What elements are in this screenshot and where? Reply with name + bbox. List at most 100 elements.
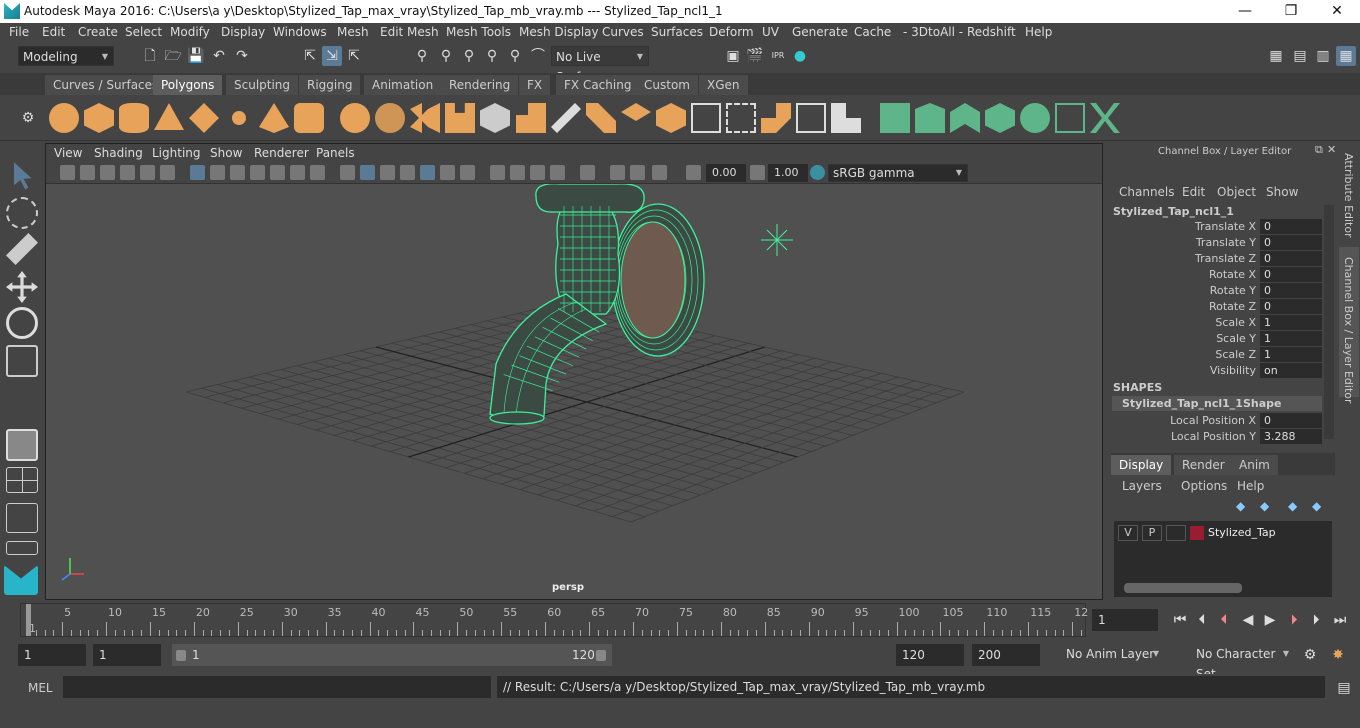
toggle-channelbox-icon[interactable]: ▦ <box>1336 46 1356 66</box>
smooth-icon[interactable] <box>445 103 475 133</box>
poly-cylinder-icon[interactable] <box>119 103 149 133</box>
ipr-render-icon[interactable]: IPR <box>768 46 788 66</box>
snap-view-icon[interactable]: ⚲ <box>482 46 502 66</box>
current-frame-field[interactable]: 1 <box>1092 609 1158 631</box>
menu-mesh[interactable]: Mesh <box>337 25 369 39</box>
poly-cone-icon[interactable] <box>154 103 184 130</box>
paint-select-tool-icon[interactable] <box>6 233 38 265</box>
menu-uv[interactable]: UV <box>762 25 779 39</box>
attr-value[interactable]: 0 <box>1260 235 1322 250</box>
scene-view[interactable] <box>46 184 1103 600</box>
isolate-select-icon[interactable] <box>550 165 565 180</box>
field-chart-icon[interactable] <box>270 165 285 180</box>
shelf-tab-fx-caching[interactable]: FX Caching <box>556 75 640 95</box>
cb-menu-object[interactable]: Object <box>1217 185 1256 199</box>
combine-icon[interactable] <box>340 103 370 133</box>
rotate-uv-icon[interactable] <box>1020 103 1050 133</box>
snap-curve-icon[interactable]: ⚲ <box>436 46 456 66</box>
range-end-handle[interactable] <box>596 650 606 661</box>
single-perspective-view-icon[interactable] <box>6 429 38 461</box>
attr-value[interactable]: 3.288 <box>1260 429 1322 444</box>
vp-menu-lighting[interactable]: Lighting <box>152 146 201 160</box>
maya-home-icon[interactable] <box>4 565 38 595</box>
multi-cut-icon[interactable] <box>551 103 581 133</box>
symmetrize-icon[interactable] <box>1090 103 1120 133</box>
attr-row[interactable]: Local Position Y 3.288 <box>1108 429 1322 445</box>
shelf-tab-rigging[interactable]: Rigging <box>299 75 361 95</box>
smooth-shade-icon[interactable] <box>360 165 375 180</box>
sew-uv-icon[interactable] <box>880 103 910 133</box>
bridge-icon[interactable] <box>480 103 510 133</box>
backface-icon[interactable] <box>652 165 667 180</box>
shelf-tab-sculpting[interactable]: Sculpting <box>226 75 299 95</box>
vp-menu-shading[interactable]: Shading <box>94 146 143 160</box>
new-layer-icon[interactable]: ◆ <box>1236 499 1245 513</box>
menu-3dtoall[interactable]: - 3DtoAll - <box>903 25 963 39</box>
bevel-icon[interactable] <box>586 103 616 133</box>
close-button[interactable]: ✕ <box>1314 0 1360 23</box>
shelf-options-gear-icon[interactable]: ⚙ <box>18 108 38 128</box>
menu-curves[interactable]: Curves <box>602 25 644 39</box>
select-object-icon[interactable]: ⇲ <box>322 46 342 66</box>
animation-prefs-icon[interactable]: ✸ <box>1328 645 1348 665</box>
append-icon[interactable] <box>621 103 651 121</box>
grid-icon[interactable] <box>190 165 205 180</box>
wireframe-on-shaded-icon[interactable] <box>380 165 395 180</box>
attr-value[interactable]: 0 <box>1260 251 1322 266</box>
layout-uv-icon[interactable] <box>831 103 861 133</box>
new-scene-icon[interactable]: 🗋 <box>140 46 160 66</box>
attr-value[interactable]: 0 <box>1260 299 1322 314</box>
motion-blur-icon[interactable] <box>490 165 505 180</box>
attribute-editor-tab[interactable]: Attribute Editor <box>1342 153 1355 238</box>
ambient-occlusion-icon[interactable] <box>460 165 475 180</box>
layer-menu-options[interactable]: Options <box>1181 479 1227 493</box>
color-management-icon[interactable] <box>810 165 825 180</box>
attr-row[interactable]: Scale Y 1 <box>1108 331 1322 347</box>
attr-value[interactable]: on <box>1260 363 1322 378</box>
optimize-icon[interactable] <box>950 103 980 133</box>
layer-row[interactable]: V P Stylized_Tap <box>1118 525 1328 543</box>
attr-value[interactable]: 0 <box>1260 413 1322 428</box>
channel-box-tab[interactable]: Channel Box / Layer Editor <box>1342 257 1355 404</box>
magnet-icon[interactable]: ⌒ <box>528 46 548 66</box>
viewport-panel[interactable]: View Shading Lighting Show Renderer Pane… <box>45 143 1103 600</box>
attr-row[interactable]: Rotate X 0 <box>1108 267 1322 283</box>
menu-mesh-display[interactable]: Mesh Display <box>519 25 599 39</box>
four-view-layout-icon[interactable] <box>6 467 38 493</box>
depth-of-field-icon[interactable] <box>530 165 545 180</box>
menu-generate[interactable]: Generate <box>792 25 848 39</box>
redo-icon[interactable]: ↷ <box>232 46 252 66</box>
bookmark-icon[interactable] <box>100 165 115 180</box>
menu-modify[interactable]: Modify <box>170 25 210 39</box>
range-bar[interactable]: 1 120 <box>172 644 612 666</box>
attr-row[interactable]: Visibility on <box>1108 363 1322 379</box>
fill-hole-icon[interactable] <box>656 103 686 133</box>
shelf-tab-xgen[interactable]: XGen <box>699 75 748 95</box>
gamma-field[interactable]: 1.00 <box>768 164 808 182</box>
shelf-tab-curves-surfaces[interactable]: Curves / Surfaces <box>45 75 167 95</box>
poly-pyramid-icon[interactable] <box>259 103 289 133</box>
safe-title-icon[interactable] <box>310 165 325 180</box>
xray-joints-icon[interactable] <box>610 165 625 180</box>
go-to-start-icon[interactable]: ⏮ <box>1170 610 1190 630</box>
2d-pan-icon[interactable] <box>140 165 155 180</box>
attr-row[interactable]: Scale X 1 <box>1108 315 1322 331</box>
channel-box-scrollbar[interactable] <box>1324 205 1334 439</box>
lasso-tool-icon[interactable] <box>6 197 38 229</box>
character-set-dropdown[interactable]: No Character Set <box>1172 644 1294 681</box>
poly-sphere-icon[interactable] <box>49 103 79 133</box>
shelf-tab-custom[interactable]: Custom <box>636 75 698 95</box>
attr-row[interactable]: Rotate Z 0 <box>1108 299 1322 315</box>
animation-start-field[interactable]: 1 <box>18 644 86 666</box>
poly-plane-icon[interactable] <box>189 103 219 133</box>
close-panel-icon[interactable]: ✕ <box>1327 143 1336 156</box>
menu-help[interactable]: Help <box>1025 25 1052 39</box>
render-view-icon[interactable]: ▣ <box>723 46 743 66</box>
layer-tab-display[interactable]: Display <box>1111 455 1171 475</box>
animation-end-field[interactable]: 200 <box>972 644 1040 666</box>
camera-icon[interactable] <box>60 165 75 180</box>
shelf-tab-animation[interactable]: Animation <box>364 75 442 95</box>
attr-value[interactable]: 0 <box>1260 267 1322 282</box>
uv-editor-icon[interactable] <box>691 103 721 133</box>
render-settings-icon[interactable]: ● <box>790 46 810 66</box>
